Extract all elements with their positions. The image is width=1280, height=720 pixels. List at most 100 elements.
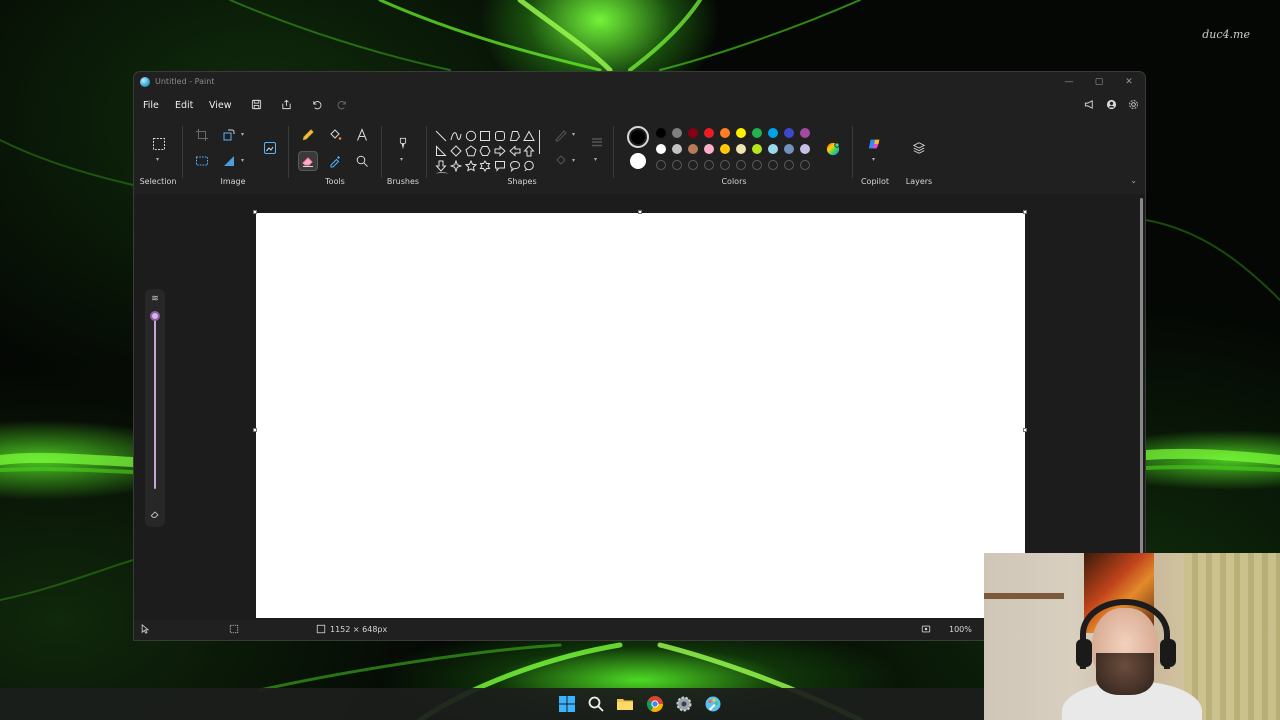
flip-icon[interactable] (220, 152, 238, 170)
color-swatch[interactable] (752, 144, 762, 154)
maximize-button[interactable]: ▢ (1091, 74, 1107, 90)
color-picker-icon[interactable] (326, 152, 344, 170)
chevron-down-icon[interactable]: ▾ (241, 157, 244, 164)
custom-color-slot[interactable] (784, 160, 794, 170)
drawing-canvas[interactable] (256, 213, 1025, 618)
save-icon[interactable] (249, 99, 263, 113)
fit-to-window-icon[interactable] (920, 624, 931, 635)
magnifier-icon[interactable] (353, 152, 371, 170)
shape-outline-icon[interactable] (552, 126, 570, 144)
layers-icon[interactable] (909, 138, 929, 158)
custom-color-slot[interactable] (704, 160, 714, 170)
copilot-icon[interactable] (865, 134, 885, 154)
fill-bucket-icon[interactable] (326, 126, 344, 144)
shape-line-icon[interactable] (435, 127, 447, 142)
close-button[interactable]: ✕ (1121, 74, 1137, 90)
slider-track[interactable] (154, 319, 156, 489)
color-swatch[interactable] (720, 128, 730, 138)
shape-rectangle-icon[interactable] (479, 127, 491, 141)
resize-handle-top-right[interactable] (1023, 210, 1027, 214)
color-swatch[interactable] (656, 128, 666, 138)
shape-triangle-icon[interactable] (523, 127, 535, 141)
chevron-down-icon[interactable]: ▾ (572, 157, 575, 164)
shape-curve-icon[interactable] (450, 127, 462, 141)
shape-callout-cloud-icon[interactable] (523, 157, 535, 172)
color-swatch[interactable] (688, 144, 698, 154)
color-swatch[interactable] (768, 128, 778, 138)
chevron-down-icon[interactable]: ▾ (872, 156, 875, 163)
shape-callout-oval-icon[interactable] (509, 157, 521, 173)
custom-color-slot[interactable] (768, 160, 778, 170)
custom-color-slot[interactable] (800, 160, 810, 170)
color-swatch[interactable] (736, 144, 746, 154)
shape-arrow-right-icon[interactable] (494, 142, 506, 157)
custom-color-slot[interactable] (688, 160, 698, 170)
color-swatch[interactable] (704, 144, 714, 154)
rotate-icon[interactable] (220, 126, 238, 144)
chevron-down-icon[interactable]: ▾ (572, 131, 575, 138)
search-icon[interactable] (587, 695, 605, 713)
minimize-button[interactable]: — (1061, 74, 1077, 90)
shape-pentagon-icon[interactable] (465, 142, 477, 157)
shape-right-triangle-icon[interactable] (435, 142, 447, 156)
color-swatch[interactable] (672, 128, 682, 138)
color-swatch[interactable] (688, 128, 698, 138)
resize-handle-left[interactable] (253, 428, 257, 432)
paint-icon[interactable] (704, 695, 722, 713)
shape-rounded-rectangle-icon[interactable] (494, 127, 506, 141)
select-rectangle-icon[interactable] (149, 134, 169, 154)
announcement-icon[interactable] (1082, 99, 1096, 113)
color-swatch[interactable] (784, 128, 794, 138)
chevron-down-icon[interactable]: ▾ (156, 156, 159, 163)
settings-icon[interactable] (675, 695, 693, 713)
ribbon-collapse-icon[interactable]: ⌄ (1130, 176, 1137, 185)
resize-handle-top[interactable] (638, 210, 642, 214)
shape-heart-icon[interactable] (436, 172, 448, 176)
chevron-down-icon[interactable]: ▾ (400, 156, 403, 163)
edit-colors-icon[interactable] (823, 139, 843, 159)
shape-callout-rectangle-icon[interactable] (494, 157, 506, 172)
custom-color-slot[interactable] (656, 160, 666, 170)
remove-background-icon[interactable] (193, 152, 211, 170)
custom-color-slot[interactable] (736, 160, 746, 170)
custom-color-slot[interactable] (720, 160, 730, 170)
shape-arrow-down-icon[interactable] (435, 157, 447, 172)
color-swatch[interactable] (752, 128, 762, 138)
resize-handle-top-left[interactable] (253, 210, 257, 214)
shape-six-point-star-icon[interactable] (479, 157, 491, 172)
undo-icon[interactable] (309, 99, 323, 113)
shape-five-point-star-icon[interactable] (464, 157, 478, 172)
line-size-icon[interactable] (589, 134, 605, 150)
crop-icon[interactable] (193, 126, 211, 144)
redo-icon[interactable] (335, 99, 349, 113)
menu-view[interactable]: View (209, 100, 232, 111)
menu-file[interactable]: File (143, 100, 159, 111)
shape-arrow-up-icon[interactable] (523, 142, 535, 157)
menu-edit[interactable]: Edit (175, 100, 193, 111)
shape-polygon-icon[interactable] (509, 127, 521, 141)
shapes-scrollbar[interactable] (539, 130, 540, 154)
color-swatch[interactable] (656, 144, 666, 154)
color-swatch[interactable] (784, 144, 794, 154)
text-icon[interactable] (353, 126, 371, 144)
shape-hexagon-icon[interactable] (479, 142, 491, 156)
windows-start-icon[interactable] (558, 695, 576, 713)
color-swatch[interactable] (704, 128, 714, 138)
eraser-icon[interactable] (298, 151, 318, 171)
color-swatch[interactable] (800, 128, 810, 138)
zoom-level[interactable]: 100% (949, 625, 972, 634)
resize-handle-right[interactable] (1023, 428, 1027, 432)
custom-color-slot[interactable] (752, 160, 762, 170)
chevron-down-icon[interactable]: ▾ (241, 131, 244, 138)
title-bar[interactable]: Untitled - Paint — ▢ ✕ (134, 72, 1145, 92)
brush-size-slider[interactable]: ≋ (145, 289, 165, 527)
settings-icon[interactable] (1126, 99, 1140, 113)
shape-oval-icon[interactable] (465, 127, 477, 142)
color-swatch[interactable] (768, 144, 778, 154)
share-icon[interactable] (279, 99, 293, 113)
slider-thumb[interactable] (150, 311, 160, 321)
color2-selector[interactable] (630, 153, 646, 169)
brush-icon[interactable] (393, 133, 413, 155)
image-resize-icon[interactable] (260, 138, 280, 158)
color-swatch[interactable] (672, 144, 682, 154)
